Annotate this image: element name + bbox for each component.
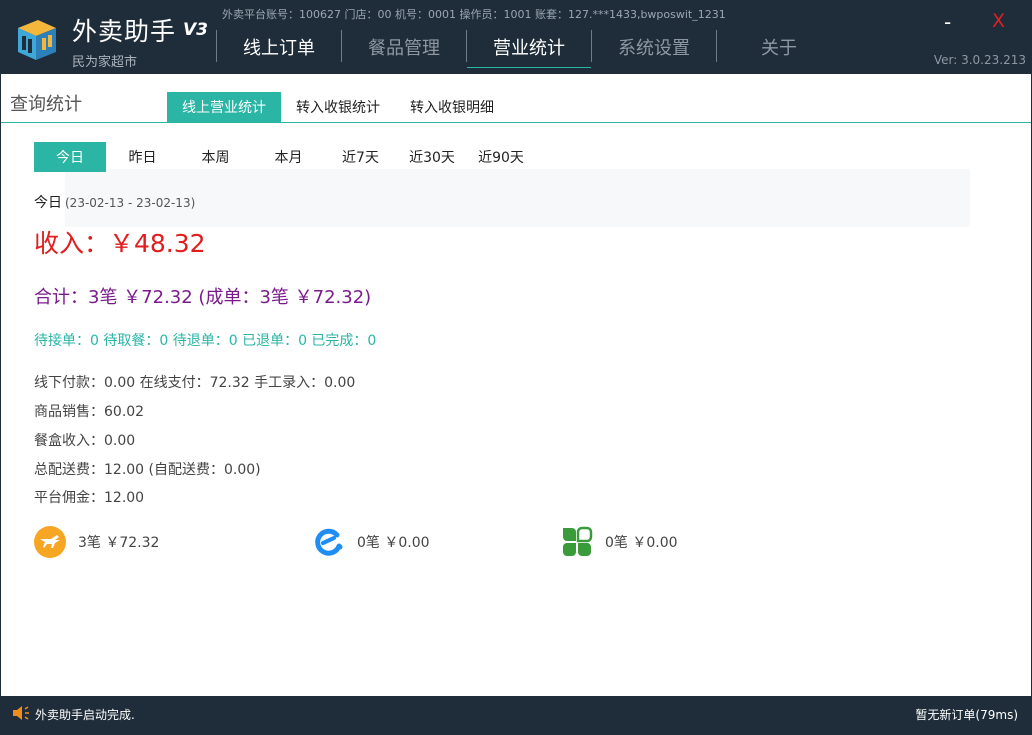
app-title: 外卖助手 xyxy=(72,17,177,46)
range-this-week[interactable]: 本周 xyxy=(179,142,252,172)
status-message: 外卖助手启动完成. xyxy=(35,708,135,722)
date-label: 今日 xyxy=(34,195,62,211)
app-logo-icon xyxy=(18,20,56,60)
date-range-tabs: 今日 昨日 本周 本月 近7天 近30天 近90天 xyxy=(34,142,534,172)
range-last-30-days[interactable]: 近30天 xyxy=(396,142,468,172)
range-this-month[interactable]: 本月 xyxy=(252,142,325,172)
stats-panel: 查询统计 线上营业统计 转入收银统计 转入收银明细 今日 昨日 本周 本月 近7… xyxy=(0,74,1032,696)
nav-menu-management[interactable]: 餐品管理 xyxy=(342,26,466,68)
range-today[interactable]: 今日 xyxy=(34,142,106,172)
platform-summary-text: 0笔 ￥0.00 xyxy=(605,535,678,551)
close-button[interactable]: X xyxy=(992,10,1005,32)
delivery-fee: 总配送费：12.00 (自配送费：0.00) xyxy=(34,462,261,478)
app-version-badge: V3 xyxy=(183,20,208,40)
tab-underline xyxy=(1,122,1031,123)
platform-eleme: 0笔 ￥0.00 xyxy=(313,526,430,558)
nav-about[interactable]: 关于 xyxy=(717,26,841,68)
status-bar: 外卖助手启动完成. 暂无新订单(79ms) xyxy=(0,696,1032,735)
speaker-icon xyxy=(13,706,29,720)
minimize-button[interactable]: - xyxy=(944,10,951,34)
account-info: 外卖平台账号：100627 门店：00 机号：0001 操作员：1001 账套：… xyxy=(222,8,726,21)
nav-online-orders[interactable]: 线上订单 xyxy=(217,26,341,68)
platform-meituan: 3笔 ￥72.32 xyxy=(34,526,159,558)
income-amount: 收入：￥48.32 xyxy=(34,229,206,258)
background-band xyxy=(65,169,970,227)
payment-breakdown: 线下付款：0.00 在线支付：72.32 手工录入：0.00 xyxy=(34,375,356,391)
platform-summary-text: 3笔 ￥72.32 xyxy=(78,535,160,551)
section-title: 查询统计 xyxy=(10,94,82,115)
date-row: 今日 (23-02-13 - 23-02-13) xyxy=(34,192,195,212)
range-last-90-days[interactable]: 近90天 xyxy=(468,142,534,172)
range-last-7-days[interactable]: 近7天 xyxy=(325,142,396,172)
eleme-icon xyxy=(315,528,343,556)
range-yesterday[interactable]: 昨日 xyxy=(106,142,179,172)
date-range: (23-02-13 - 23-02-13) xyxy=(65,196,196,210)
box-income: 餐盒收入：0.00 xyxy=(34,433,136,449)
goods-sales: 商品销售：60.02 xyxy=(34,404,145,420)
nav-business-stats[interactable]: 营业统计 xyxy=(467,26,591,68)
store-name: 民为家超市 xyxy=(72,55,138,70)
tab-pos-import-details[interactable]: 转入收银明细 xyxy=(395,92,509,122)
order-status-counts: 待接单：0 待取餐：0 待退单：0 已退单：0 已完成：0 xyxy=(34,333,377,349)
clover-icon xyxy=(563,526,593,556)
nav-system-settings[interactable]: 系统设置 xyxy=(592,26,716,68)
order-total: 合计：3笔 ￥72.32 (成单：3笔 ￥72.32) xyxy=(34,287,372,308)
meituan-kangaroo-icon xyxy=(34,526,66,558)
tab-pos-import-stats[interactable]: 转入收银统计 xyxy=(281,92,395,122)
platform-clover: 0笔 ￥0.00 xyxy=(561,526,678,558)
main-nav: 线上订单 餐品管理 营业统计 系统设置 关于 xyxy=(216,26,841,68)
version-label: Ver: 3.0.23.213 xyxy=(933,53,1026,67)
new-order-status: 暂无新订单(79ms) xyxy=(915,708,1018,722)
title-bar: 外卖助手 V3 民为家超市 外卖平台账号：100627 门店：00 机号：000… xyxy=(0,0,1032,74)
stats-sub-tabs: 线上营业统计 转入收银统计 转入收银明细 xyxy=(167,92,509,122)
platform-commission: 平台佣金：12.00 xyxy=(34,490,145,506)
tab-online-stats[interactable]: 线上营业统计 xyxy=(167,92,281,122)
platform-summary-text: 0笔 ￥0.00 xyxy=(357,535,430,551)
